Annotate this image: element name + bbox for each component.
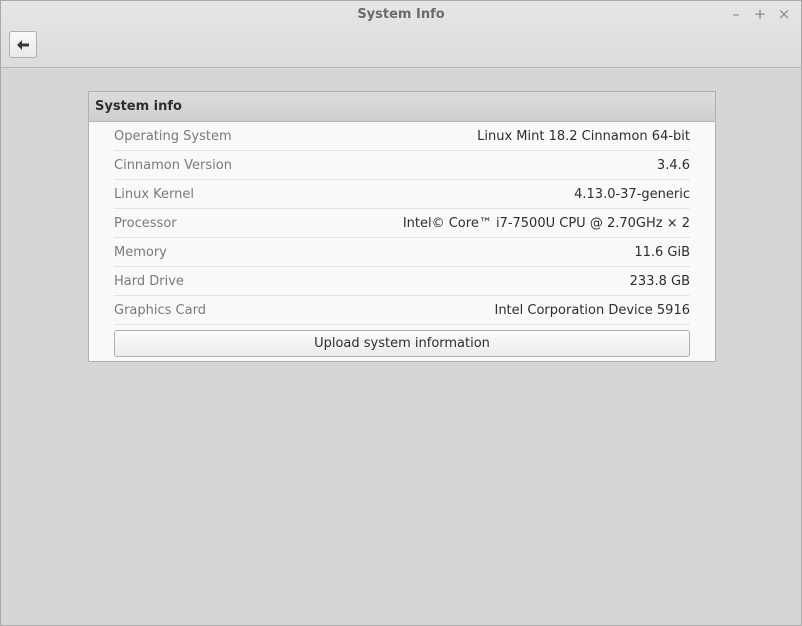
info-row-processor: Processor Intel© Core™ i7-7500U CPU @ 2.…: [114, 209, 690, 238]
row-label: Linux Kernel: [114, 186, 194, 202]
system-info-panel: System info Operating System Linux Mint …: [88, 91, 716, 362]
row-value: Linux Mint 18.2 Cinnamon 64-bit: [477, 128, 690, 144]
row-label: Processor: [114, 215, 177, 231]
row-label: Graphics Card: [114, 302, 206, 318]
info-row-hard-drive: Hard Drive 233.8 GB: [114, 267, 690, 296]
row-value: 233.8 GB: [629, 273, 690, 289]
window-controls: – + ×: [729, 6, 791, 22]
row-value: Intel Corporation Device 5916: [494, 302, 690, 318]
info-row-memory: Memory 11.6 GiB: [114, 238, 690, 267]
row-value: 3.4.6: [656, 157, 690, 173]
titlebar: System Info – + ×: [1, 1, 801, 68]
row-label: Memory: [114, 244, 167, 260]
back-arrow-icon: [17, 39, 29, 50]
info-row-linux-kernel: Linux Kernel 4.13.0-37-generic: [114, 180, 690, 209]
close-button[interactable]: ×: [777, 6, 791, 22]
info-row-operating-system: Operating System Linux Mint 18.2 Cinnamo…: [114, 122, 690, 151]
upload-system-information-button[interactable]: Upload system information: [114, 330, 690, 357]
row-value: 11.6 GiB: [634, 244, 690, 260]
info-row-cinnamon-version: Cinnamon Version 3.4.6: [114, 151, 690, 180]
row-label: Cinnamon Version: [114, 157, 232, 173]
info-row-graphics-card: Graphics Card Intel Corporation Device 5…: [114, 296, 690, 325]
row-value: 4.13.0-37-generic: [574, 186, 690, 202]
info-rows: Operating System Linux Mint 18.2 Cinnamo…: [114, 122, 690, 325]
window-title: System Info: [357, 7, 445, 22]
row-value: Intel© Core™ i7-7500U CPU @ 2.70GHz × 2: [402, 215, 690, 231]
back-button[interactable]: [9, 31, 37, 58]
row-label: Hard Drive: [114, 273, 184, 289]
panel-header: System info: [89, 92, 715, 122]
row-label: Operating System: [114, 128, 232, 144]
maximize-button[interactable]: +: [753, 6, 767, 22]
system-info-window: System Info – + × System info Operating …: [0, 0, 802, 626]
minimize-button[interactable]: –: [729, 6, 743, 22]
